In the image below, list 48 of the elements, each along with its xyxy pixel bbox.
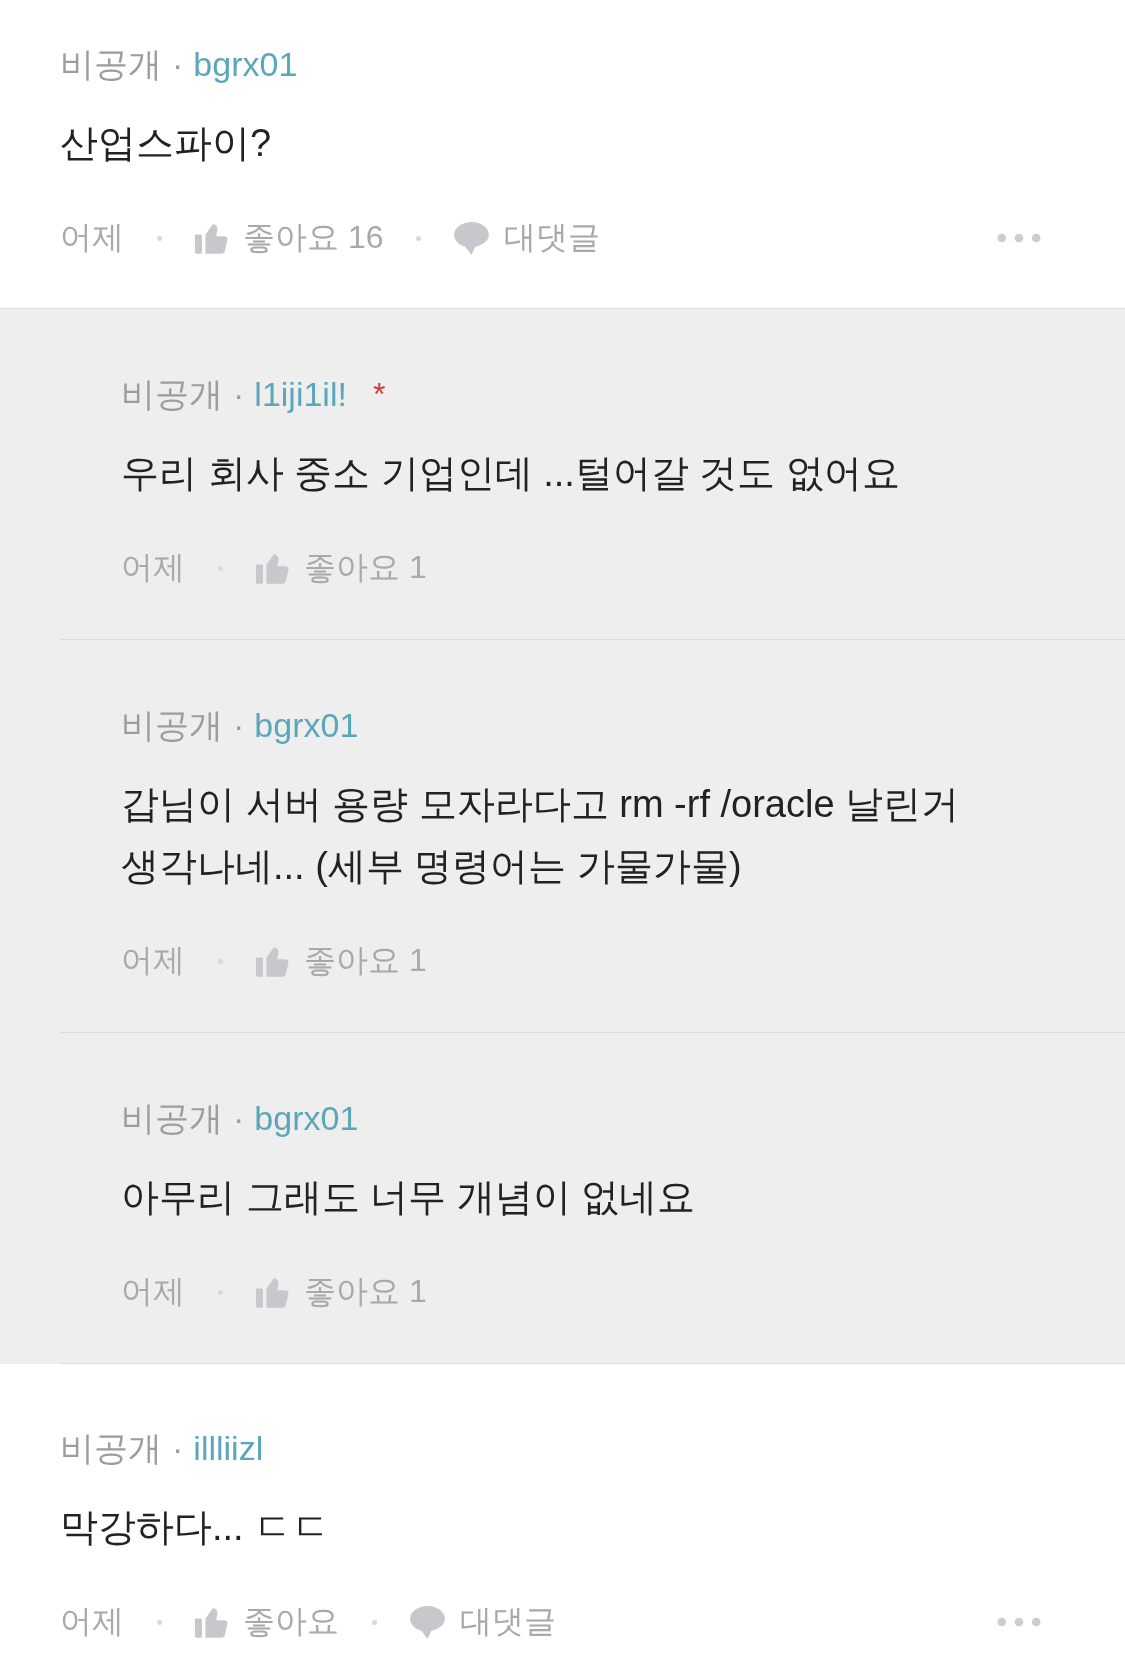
like-button[interactable]: 좋아요 1 bbox=[256, 939, 427, 983]
thumbs-up-icon bbox=[256, 552, 289, 584]
like-button[interactable]: 좋아요 bbox=[195, 1600, 339, 1644]
like-button[interactable]: 좋아요 1 bbox=[256, 546, 427, 590]
separator-dot-icon bbox=[416, 235, 422, 241]
more-icon bbox=[997, 1617, 1041, 1627]
author-name[interactable]: l1iji1il! bbox=[254, 370, 347, 418]
comment-text: 아무리 그래도 너무 개념이 없네요 bbox=[121, 1175, 697, 1220]
visibility-label: 비공개 bbox=[121, 705, 223, 746]
visibility-label: 비공개 bbox=[60, 44, 162, 85]
like-button[interactable]: 좋아요 1 bbox=[256, 1270, 427, 1314]
time-label: 어제 bbox=[121, 941, 185, 980]
time-label: 어제 bbox=[60, 1602, 124, 1641]
author-name[interactable]: bgrx01 bbox=[254, 701, 359, 749]
more-icon bbox=[997, 233, 1041, 243]
separator-dot-icon bbox=[157, 235, 162, 241]
separator-dot: · bbox=[233, 374, 245, 415]
reply-button[interactable]: 대댓글 bbox=[410, 1600, 556, 1644]
time-label: 어제 bbox=[60, 218, 124, 257]
author-name[interactable]: bgrx01 bbox=[193, 40, 298, 88]
separator-dot-icon bbox=[372, 1619, 377, 1625]
comment-text: 막강하다... ㄷㄷ bbox=[60, 1505, 332, 1550]
comment-text: 산업스파이? bbox=[60, 121, 273, 166]
more-button[interactable] bbox=[997, 233, 1041, 243]
separator-dot-icon bbox=[157, 1619, 162, 1625]
author-name[interactable]: bgrx01 bbox=[254, 1094, 359, 1142]
thumbs-up-icon bbox=[195, 222, 228, 254]
separator-dot: · bbox=[233, 1098, 245, 1139]
visibility-label: 비공개 bbox=[121, 1098, 223, 1139]
visibility-label: 비공개 bbox=[121, 374, 223, 415]
asterisk-mark: * bbox=[372, 375, 386, 414]
thumbs-up-icon bbox=[256, 945, 289, 977]
visibility-label: 비공개 bbox=[60, 1428, 162, 1469]
speech-bubble-icon bbox=[454, 221, 490, 255]
separator-dot: · bbox=[233, 705, 245, 746]
author-name[interactable]: illliizl bbox=[193, 1424, 264, 1472]
separator-dot: · bbox=[172, 1428, 184, 1469]
reply-button[interactable]: 대댓글 bbox=[454, 216, 601, 260]
thumbs-up-icon bbox=[195, 1606, 228, 1638]
more-button[interactable] bbox=[997, 1617, 1041, 1627]
thumbs-up-icon bbox=[256, 1276, 289, 1308]
like-button[interactable]: 좋아요 16 bbox=[195, 216, 384, 260]
separator-dot: · bbox=[172, 44, 184, 85]
time-label: 어제 bbox=[121, 548, 185, 587]
speech-bubble-icon bbox=[410, 1605, 445, 1639]
comment-text: 갑님이 서버 용량 모자라다고 rm -rf /oracle 날린거 생각나네... (세부 명령어는 가물가물) bbox=[121, 782, 961, 889]
comment-text: 우리 회사 중소 기업인데 ...털어갈 것도 없어요 bbox=[121, 451, 902, 496]
time-label: 어제 bbox=[121, 1272, 185, 1311]
